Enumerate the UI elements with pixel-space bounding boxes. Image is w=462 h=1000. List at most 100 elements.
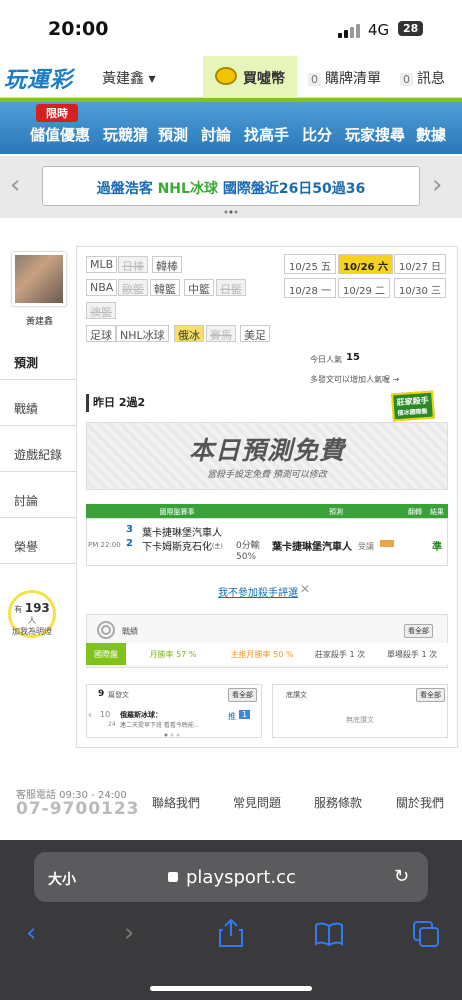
- header-result: 結果: [426, 504, 448, 518]
- buy-coins-button[interactable]: 買噓幣: [203, 56, 297, 98]
- post-month: 10: [100, 710, 111, 719]
- back-icon[interactable]: ‹: [26, 918, 36, 948]
- carousel-dots: [224, 210, 238, 214]
- liked-view-all-button[interactable]: 看全部: [416, 688, 445, 702]
- push-count: 1: [239, 710, 251, 719]
- sidebar-item-record[interactable]: 戰績: [0, 390, 76, 426]
- footer-terms-link[interactable]: 服務條款: [314, 794, 362, 811]
- sidebar-item-game-log[interactable]: 遊戲紀錄: [0, 436, 76, 472]
- league-mlb[interactable]: MLB: [86, 256, 118, 273]
- header-pick: 預測: [268, 504, 404, 518]
- main-panel: [76, 246, 458, 748]
- menu-item-predict[interactable]: 預測: [158, 124, 188, 145]
- text-size-button[interactable]: 大小: [48, 869, 76, 889]
- logo[interactable]: 玩運彩: [4, 62, 73, 94]
- push-label: 推: [228, 712, 236, 721]
- team2-number: 2: [126, 538, 133, 549]
- chevron-right-icon[interactable]: ›: [432, 170, 442, 200]
- banner-message[interactable]: 過盤浩客 NHL冰球 國際盤近26日50過36: [42, 166, 420, 206]
- date-1028[interactable]: 10/28 一: [284, 278, 336, 298]
- top-nav: 玩運彩 黃建鑫 ▾ 買噓幣 0 購牌清單 0 訊息: [0, 56, 462, 98]
- league-korea-bb[interactable]: 韓籃: [150, 279, 180, 296]
- hotline-phone: 07-9700123: [16, 799, 140, 819]
- bookmarks-icon[interactable]: [314, 922, 344, 946]
- post-day: 24: [108, 721, 116, 728]
- stats-single-killer: 單場殺手 1 次: [376, 643, 448, 665]
- share-icon[interactable]: [218, 918, 244, 948]
- target-icon: [97, 621, 115, 639]
- footer-about-link[interactable]: 關於我們: [396, 794, 444, 811]
- lock-icon: [168, 872, 178, 882]
- league-soccer[interactable]: 足球: [86, 325, 116, 342]
- pick-tag: 受讓: [358, 542, 374, 551]
- coin-icon: [215, 67, 237, 85]
- menu-item-player-search[interactable]: 玩家搜尋: [345, 124, 405, 145]
- pick-icon: [380, 540, 394, 547]
- follower-lightbulb[interactable]: 有 193 人加我為明燈: [8, 590, 56, 638]
- date-1029[interactable]: 10/29 二: [338, 278, 390, 298]
- match-time: PM 22:00: [88, 541, 121, 549]
- league-kbo[interactable]: 韓棒: [152, 256, 182, 273]
- popularity-hint: 多發文可以增加人氣喔 →: [310, 375, 400, 384]
- sidebar-item-discuss[interactable]: 討論: [0, 482, 76, 518]
- date-1025[interactable]: 10/25 五: [284, 254, 336, 274]
- avatar[interactable]: [12, 252, 66, 306]
- post-excerpt[interactable]: 連二天提早下班 看看今晚能...: [120, 720, 200, 729]
- menu-item-topup[interactable]: 儲值優惠: [30, 124, 90, 145]
- post-count: 9: [98, 689, 105, 699]
- menu-item-discuss[interactable]: 討論: [201, 124, 231, 145]
- post-count-label: 篇發文: [108, 691, 129, 699]
- stats-banker-killer: 莊家殺手 1 次: [304, 643, 376, 665]
- post-title[interactable]: 俄羅斯冰球：: [120, 710, 162, 720]
- handicap-pct: 50%: [236, 552, 257, 562]
- team1-name: 葉卡捷琳堡汽車人: [142, 528, 222, 539]
- reload-icon[interactable]: ↻: [394, 866, 409, 887]
- stats-title: 戰績: [122, 627, 138, 636]
- league-khl[interactable]: 俄冰: [174, 325, 204, 342]
- cart-link[interactable]: 0 購牌清單: [308, 68, 381, 88]
- posts-view-all-button[interactable]: 看全部: [228, 688, 257, 702]
- team1-number: 3: [126, 524, 133, 535]
- killer-badge: 莊家殺手 俄冰國際盤: [391, 390, 435, 422]
- tabs-icon[interactable]: [412, 920, 440, 948]
- date-1030[interactable]: 10/30 三: [394, 278, 446, 298]
- menu-item-score[interactable]: 比分: [302, 124, 332, 145]
- sidebar-item-honor[interactable]: 榮譽: [0, 528, 76, 564]
- sidebar-item-predict[interactable]: 預測: [0, 344, 76, 380]
- league-euro-bb: 歐籃: [118, 279, 148, 296]
- clock: 20:00: [48, 18, 109, 40]
- league-china-bb[interactable]: 中籃: [184, 279, 214, 296]
- url-domain[interactable]: playsport.cc: [186, 867, 296, 888]
- league-npb: 日棒: [118, 256, 148, 273]
- league-nfl[interactable]: 美足: [240, 325, 270, 342]
- free-prediction-box: 本日預測免費 當殺手設定免費 預測可以修改: [86, 422, 448, 490]
- status-bar: 20:00 4G 28: [0, 0, 462, 56]
- date-1026[interactable]: 10/26 六: [338, 254, 393, 274]
- header-flip: 翻轉: [404, 504, 426, 518]
- menu-item-data[interactable]: 數據: [416, 124, 446, 145]
- liked-posts-label: 底讚文: [286, 691, 307, 699]
- close-icon[interactable]: ✕: [300, 582, 310, 596]
- profile-name: 黃建鑫: [26, 317, 54, 327]
- footer-contact-link[interactable]: 聯絡我們: [152, 794, 200, 811]
- header-match: 國際盤賽事: [86, 504, 268, 518]
- stats-tab-international[interactable]: 國際盤: [86, 643, 126, 665]
- home-tag: (主): [212, 543, 223, 550]
- chevron-left-icon[interactable]: ‹: [10, 170, 20, 200]
- result-mark: 準: [432, 542, 442, 553]
- opt-out-link[interactable]: 我不參加殺手評選: [218, 584, 298, 599]
- team2-name: 下卡姆斯克石化: [142, 542, 212, 553]
- forward-icon: ›: [124, 918, 135, 948]
- network-type: 4G: [368, 21, 390, 39]
- date-1027[interactable]: 10/27 日: [394, 254, 446, 274]
- footer-faq-link[interactable]: 常見問題: [233, 794, 281, 811]
- league-nba[interactable]: NBA: [86, 279, 118, 296]
- menu-item-find-expert[interactable]: 找高手: [244, 124, 289, 145]
- menu-item-guess[interactable]: 玩競猜: [103, 124, 148, 145]
- stats-view-all-button[interactable]: 看全部: [404, 624, 433, 638]
- limited-badge: 限時: [36, 104, 78, 122]
- prev-icon[interactable]: ‹: [88, 710, 92, 721]
- league-nhl[interactable]: NHL冰球: [116, 325, 169, 342]
- messages-link[interactable]: 0 訊息: [400, 68, 445, 88]
- user-menu[interactable]: 黃建鑫 ▾: [102, 68, 155, 88]
